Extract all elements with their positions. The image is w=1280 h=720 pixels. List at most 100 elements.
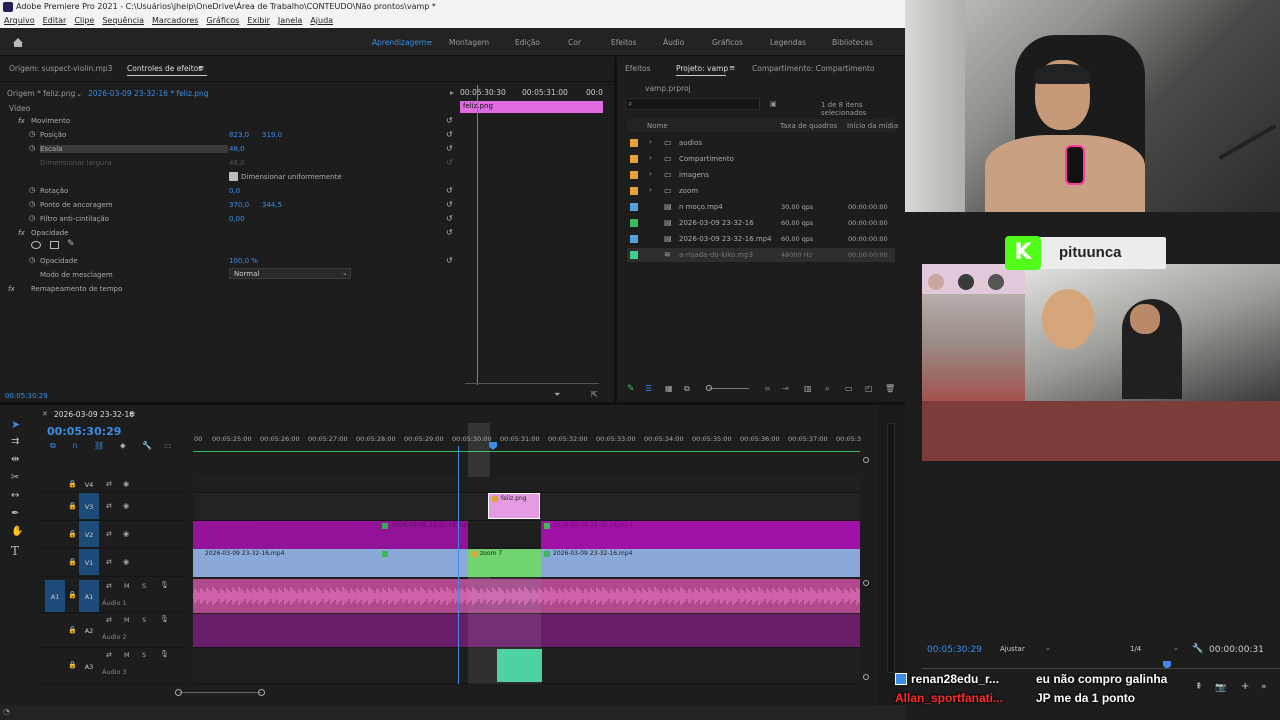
effects-timecode[interactable]: 00:05:30:29 <box>5 392 48 400</box>
track-header-v4[interactable]: V4 🔒 ⇄ ◉ <box>38 477 188 493</box>
stopwatch-icon[interactable]: ◷ <box>29 200 35 208</box>
reset-icon[interactable]: ↺ <box>446 200 453 209</box>
new-bin-from-search-icon[interactable]: ▣ <box>770 100 777 108</box>
label-color-swatch[interactable] <box>630 187 638 195</box>
h-scroll-right-handle[interactable] <box>258 689 265 696</box>
fx-position-value[interactable]: 823,0 <box>229 131 249 139</box>
sync-lock-icon[interactable]: ⇄ <box>106 616 112 624</box>
workspace-efeitos[interactable]: Efeitos <box>611 38 637 47</box>
ripple-edit-tool-icon[interactable]: ⇹ <box>11 454 19 465</box>
track-header-a1[interactable]: A1 A1 🔒 ⇄ M S 🎙 Áudio 1 <box>38 579 188 613</box>
sync-lock-icon[interactable]: ⇄ <box>106 530 112 538</box>
lock-icon[interactable]: 🔒 <box>68 530 77 538</box>
lock-icon[interactable]: 🔒 <box>68 661 77 669</box>
hand-tool-icon[interactable]: ✋ <box>11 526 23 537</box>
pen-tool-icon[interactable]: ✒ <box>11 508 19 519</box>
menu-marcadores[interactable]: Marcadores <box>152 16 198 25</box>
sequence-clip-label[interactable]: 2026-03-09 23-32-16 * feliz.png <box>88 89 209 98</box>
solo-icon[interactable]: S <box>142 616 146 624</box>
fx-opacity-value-value[interactable]: 100,0 % <box>229 257 258 265</box>
new-bin-icon[interactable]: ▭ <box>845 384 853 393</box>
workspace-menu-icon[interactable]: ≡ <box>426 38 432 47</box>
storyboard-icon[interactable]: ▥ <box>804 384 812 393</box>
col-media-start[interactable]: Início da mídia <box>847 122 898 130</box>
project-item-row[interactable]: ▤ 2026-03-09 23-32-16.mp4 60,00 qps 00:00:0… <box>627 232 895 246</box>
razor-tool-icon[interactable]: ✂ <box>11 472 19 483</box>
fx-scale-value[interactable]: 48,0 <box>229 145 245 153</box>
project-item-row[interactable]: ≋ a-risada-do-kiko.mp3 48000 Hz 00:00:00:00 <box>627 248 895 262</box>
sync-lock-icon[interactable]: ⇄ <box>106 480 112 488</box>
resolution-select[interactable]: 1/4 <box>1130 645 1141 653</box>
eye-icon[interactable]: ◉ <box>123 558 129 566</box>
nest-toggle-icon[interactable]: ⧉ <box>50 441 56 451</box>
reset-icon[interactable]: ↺ <box>446 256 453 265</box>
eye-icon[interactable]: ◉ <box>123 530 129 538</box>
close-icon[interactable]: ✕ <box>42 410 48 418</box>
fx-scale-width-value[interactable]: 48,0 <box>229 159 245 167</box>
timeline-playhead[interactable] <box>458 446 459 684</box>
reset-icon[interactable]: ↺ <box>446 144 453 153</box>
program-timecode[interactable]: 00:05:30:29 <box>927 645 982 655</box>
lock-icon[interactable]: 🔒 <box>68 591 77 599</box>
lock-icon[interactable]: 🔒 <box>68 502 77 510</box>
selection-tool-icon[interactable]: ➤ <box>11 418 20 431</box>
stopwatch-icon[interactable]: ◷ <box>29 144 35 152</box>
freeform-view-icon[interactable]: ⧉ <box>684 384 690 394</box>
track-target-a3[interactable]: A3 <box>79 649 99 683</box>
fx-anchor-point-value-y[interactable]: 344,5 <box>262 201 282 209</box>
icon-view-icon[interactable]: ▦ <box>665 384 673 393</box>
clip-v2-right[interactable]: 2026-03-09 23-32-16.mp4 <box>541 521 860 549</box>
ellipse-mask-icon[interactable] <box>31 241 41 249</box>
v-scroll-handle-bottom[interactable] <box>863 674 869 680</box>
project-item-row[interactable]: ▤ n moço.mp4 30,00 qps 00:00:00:00 <box>627 200 895 214</box>
mini-playhead[interactable] <box>477 85 478 385</box>
col-name[interactable]: Nome <box>647 122 668 130</box>
fx-position-value-y[interactable]: 319,0 <box>262 131 282 139</box>
clip-zoom[interactable]: zoom 7 <box>468 549 541 577</box>
track-target-v2[interactable]: V2 <box>79 521 99 547</box>
menu-janela[interactable]: Janela <box>278 16 302 25</box>
expand-icon[interactable]: › <box>649 170 652 178</box>
label-color-swatch[interactable] <box>630 171 638 179</box>
stopwatch-icon[interactable]: ◷ <box>29 256 35 264</box>
workspace-montagem[interactable]: Montagem <box>449 38 489 47</box>
tab-bin[interactable]: Compartimento: Compartimento <box>752 64 875 73</box>
chevron-down-icon[interactable]: ⌄ <box>76 89 82 98</box>
sort-icon[interactable]: ≡ <box>764 384 771 393</box>
expand-icon[interactable]: › <box>649 186 652 194</box>
fx-anchor-point-value[interactable]: 370,0 <box>229 201 249 209</box>
home-icon[interactable] <box>12 37 24 48</box>
stopwatch-icon[interactable]: ◷ <box>29 130 35 138</box>
menu-ajuda[interactable]: Ajuda <box>310 16 333 25</box>
sync-lock-icon[interactable]: ⇄ <box>106 502 112 510</box>
rect-mask-icon[interactable] <box>50 241 59 249</box>
zoom-slider-handle[interactable] <box>706 385 712 391</box>
workspace-edicao[interactable]: Edição <box>515 38 540 47</box>
sync-lock-icon[interactable]: ⇄ <box>106 651 112 659</box>
label-color-swatch[interactable] <box>630 139 638 147</box>
sequence-tab[interactable]: 2026-03-09 23-32-16 <box>54 410 134 419</box>
eye-icon[interactable]: ◉ <box>123 502 129 510</box>
col-frame-rate[interactable]: Taxa de quadros <box>780 122 837 130</box>
workspace-aprendizagem[interactable]: Aprendizagem <box>372 38 426 47</box>
track-target-v4[interactable]: V4 <box>79 477 99 491</box>
fx-anti-flicker-value[interactable]: 0,00 <box>229 215 245 223</box>
v-scroll-handle-top[interactable] <box>863 457 869 463</box>
find-icon[interactable]: ⌕ <box>825 384 829 394</box>
stopwatch-icon[interactable]: ◷ <box>29 214 35 222</box>
tab-source[interactable]: Origem: suspect-violin.mp3 <box>9 64 112 73</box>
project-item-row[interactable]: ▤ 2026-03-09 23-32-16 60,00 qps 00:00:00:00 <box>627 216 895 230</box>
pencil-icon[interactable]: ✎ <box>627 384 635 394</box>
solo-icon[interactable]: S <box>142 582 146 590</box>
label-color-swatch[interactable] <box>630 235 638 243</box>
new-item-icon[interactable]: ◰ <box>865 384 873 393</box>
settings-wrench-icon[interactable]: 🔧 <box>1192 644 1203 654</box>
reset-icon[interactable]: ↺ <box>446 116 453 125</box>
filter-icon[interactable]: ⏷ <box>554 390 560 400</box>
trash-icon[interactable]: 🗑 <box>885 384 895 393</box>
captions-icon[interactable]: ▭ <box>164 441 172 450</box>
project-item-row[interactable]: › ▭ zoom <box>627 184 895 198</box>
label-color-swatch[interactable] <box>630 203 638 211</box>
source-patch-a1[interactable]: A1 <box>45 580 65 612</box>
tab-effect-controls[interactable]: Controles de efeitos <box>127 64 202 73</box>
